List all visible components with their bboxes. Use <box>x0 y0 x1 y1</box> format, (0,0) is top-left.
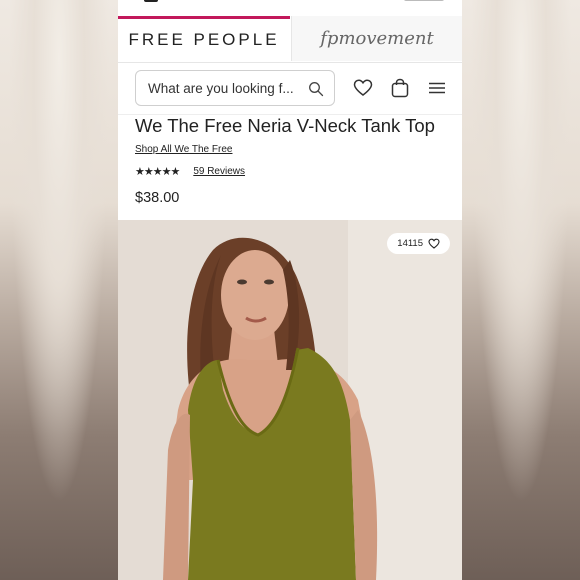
model-photo <box>118 220 462 580</box>
shopping-bag-icon[interactable] <box>389 77 411 99</box>
phone-screen: FREE PEOPLE fpmovement We The Free Neria… <box>118 0 462 580</box>
product-title: We The Free Neria V-Neck Tank Top <box>135 115 435 136</box>
blurred-background-left <box>0 0 118 580</box>
like-count: 14115 <box>397 238 423 249</box>
like-count-pill[interactable]: 14115 <box>387 233 450 254</box>
search-row <box>118 62 462 114</box>
reviews-link[interactable]: 59 Reviews <box>193 166 245 177</box>
heart-icon[interactable] <box>352 77 374 99</box>
battery-indicator <box>404 0 444 1</box>
shop-all-link[interactable]: Shop All We The Free <box>135 144 232 155</box>
brand-tabs: FREE PEOPLE fpmovement <box>118 16 462 63</box>
rating-stars: ★★★★★ <box>135 166 180 178</box>
blurred-background-right <box>462 0 580 580</box>
clock-indicator <box>144 0 158 2</box>
hamburger-menu-icon[interactable] <box>426 77 448 99</box>
product-image[interactable]: 14115 <box>118 220 462 580</box>
status-bar <box>118 0 462 16</box>
search-input[interactable] <box>148 80 298 96</box>
heart-icon <box>428 238 440 249</box>
search-icon[interactable] <box>308 81 324 97</box>
tab-fp-movement[interactable]: fpmovement <box>291 16 462 61</box>
tab-free-people[interactable]: FREE PEOPLE <box>118 16 290 61</box>
rating-row: ★★★★★ 59 Reviews <box>135 165 245 178</box>
search-box[interactable] <box>135 70 335 106</box>
product-price: $38.00 <box>135 190 180 206</box>
